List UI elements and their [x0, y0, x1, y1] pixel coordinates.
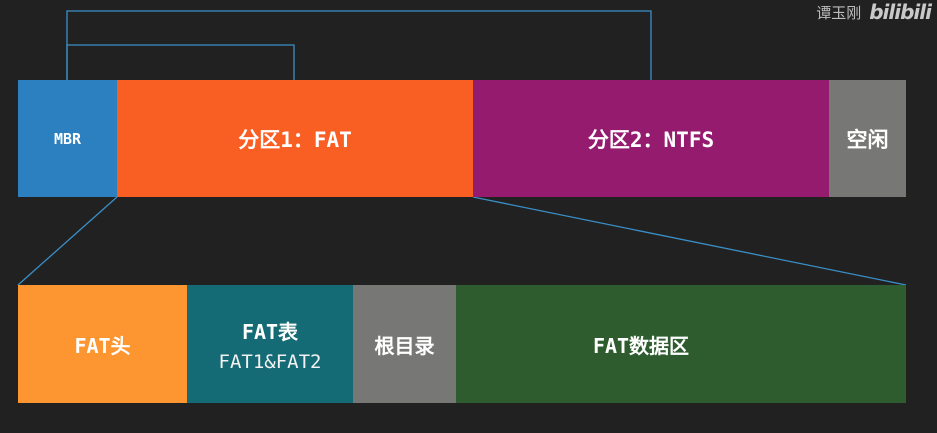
- mbr-to-partition1-pointer: [66, 44, 295, 80]
- mbr-label: MBR: [53, 129, 82, 148]
- partition1-label: 分区1：FAT: [238, 127, 352, 152]
- fat-data-area-label: FAT数据区: [592, 333, 690, 358]
- partition2-label: 分区2：NTFS: [587, 127, 715, 152]
- bilibili-logo-icon: bilibili: [869, 0, 932, 24]
- partition2-ntfs-block: 分区2：NTFS: [473, 80, 829, 197]
- fat-header-label: FAT头: [74, 333, 131, 358]
- fat-data-area-block: FAT数据区: [456, 285, 906, 403]
- free-space-block: 空闲: [829, 80, 906, 197]
- root-directory-label: 根目录: [374, 333, 435, 358]
- free-space-label: 空闲: [846, 127, 889, 152]
- fat-table-sublabel: FAT1&FAT2: [218, 350, 322, 373]
- fat-table-block: FAT表 FAT1&FAT2: [187, 285, 353, 403]
- zoom-line-left: [17, 196, 118, 286]
- mbr-block: MBR: [18, 80, 117, 197]
- watermark-author: 谭玉刚: [816, 3, 862, 22]
- fat-table-label: FAT表: [241, 319, 299, 344]
- root-directory-block: 根目录: [353, 285, 456, 403]
- partition1-fat-block: 分区1：FAT: [117, 80, 473, 197]
- zoom-line-right: [472, 196, 907, 286]
- fat-header-block: FAT头: [18, 285, 187, 403]
- watermark: 谭玉刚 bilibili: [816, 0, 932, 24]
